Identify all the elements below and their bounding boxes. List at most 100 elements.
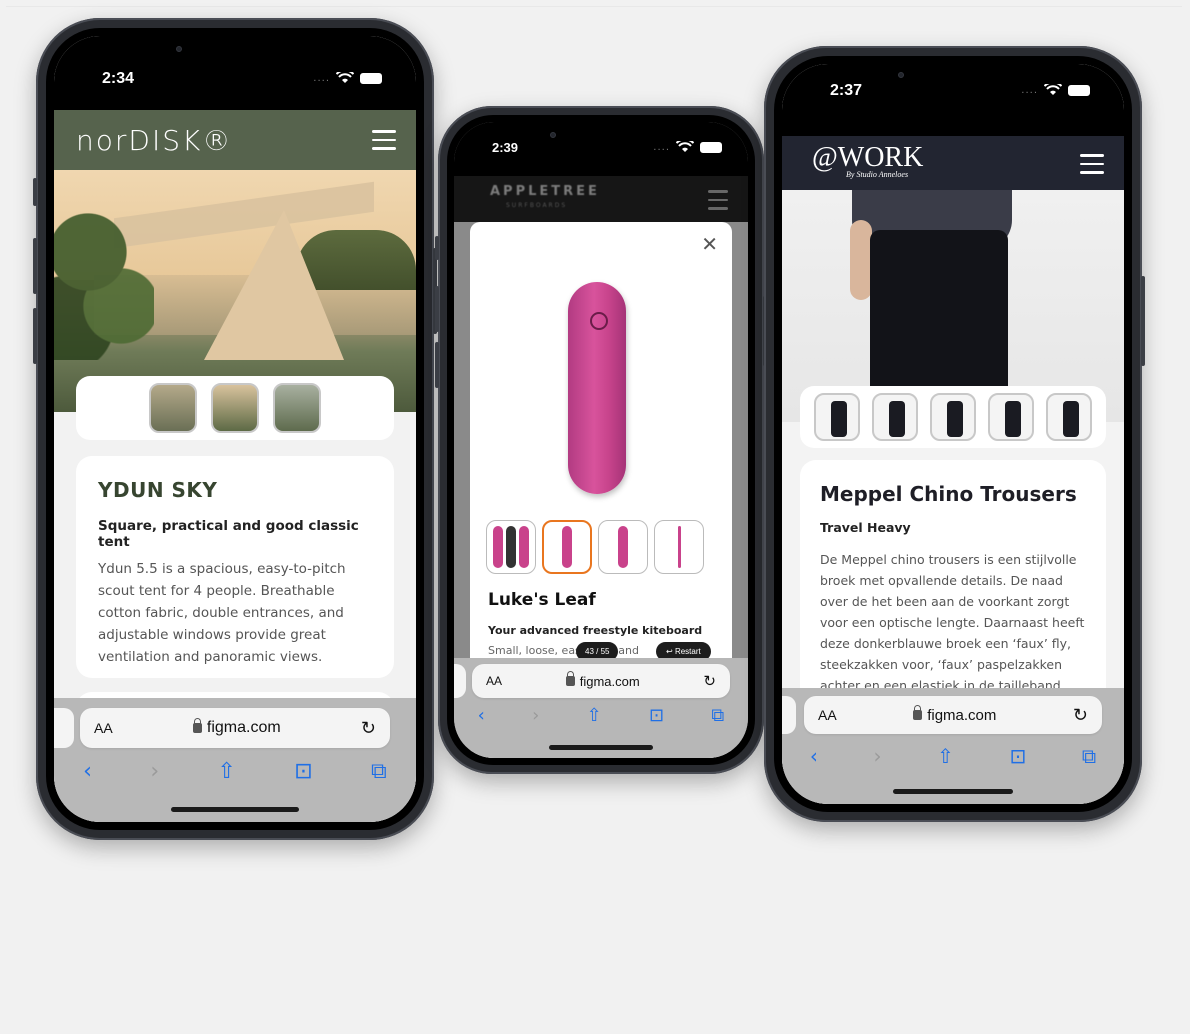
thumbnail-strip <box>486 520 716 574</box>
phone-nordisk: 2:34 .... norDISK® YDUN SKY Square, prac… <box>33 18 437 840</box>
product-subtitle: Square, practical and good classic tent <box>98 518 359 550</box>
thumbnail-4[interactable] <box>654 520 704 574</box>
bookmarks-icon[interactable]: ⊡ <box>649 705 664 726</box>
thumbnail-5[interactable] <box>1046 393 1092 441</box>
thumbnail-1[interactable] <box>149 383 197 433</box>
menu-icon[interactable] <box>372 130 396 156</box>
menu-icon[interactable] <box>708 190 728 216</box>
signal-icon: .... <box>313 72 330 84</box>
tabs-icon[interactable]: ⧉ <box>371 759 387 784</box>
forward-icon[interactable]: › <box>873 744 881 768</box>
phone-appletree: 2:39 .... APPLETREE SURFBOARDS ✕ Luke's … <box>435 106 767 774</box>
lock-icon <box>192 718 202 733</box>
phone-atwork: 2:37 .... @WORK By Studio Anneloes Meppe… <box>764 46 1145 822</box>
site-header: norDISK® <box>54 110 416 170</box>
mute-switch <box>33 178 37 206</box>
tabs-icon[interactable]: ⧉ <box>1082 744 1096 768</box>
address-bar[interactable]: AA figma.com ↻ <box>472 664 730 698</box>
text-size-button[interactable]: AA <box>94 720 113 736</box>
bookmarks-icon[interactable]: ⊡ <box>294 759 312 784</box>
wifi-icon <box>1044 84 1062 95</box>
product-subtitle: Travel Heavy <box>820 520 911 535</box>
text-size-button[interactable]: AA <box>486 674 502 688</box>
url-text: figma.com <box>927 706 997 724</box>
wifi-icon <box>336 72 354 83</box>
share-icon[interactable]: ⇧ <box>937 744 954 768</box>
reload-icon[interactable]: ↻ <box>361 718 376 739</box>
url-field[interactable]: figma.com <box>192 718 281 737</box>
power-button <box>1141 276 1145 366</box>
safari-toolbar: ‹ › ⇧ ⊡ ⧉ <box>782 742 1124 770</box>
thumbnail-3[interactable] <box>273 383 321 433</box>
battery-icon <box>360 72 382 84</box>
screen: 2:34 .... norDISK® YDUN SKY Square, prac… <box>54 36 416 822</box>
battery-icon <box>1068 84 1090 96</box>
previous-tab-ghost <box>782 696 796 734</box>
kiteboard-image <box>568 282 626 494</box>
safari-bottom-bar: AA figma.com ↻ ‹ › ⇧ ⊡ ⧉ <box>54 698 416 822</box>
thumbnail-4[interactable] <box>988 393 1034 441</box>
status-bar: 2:34 .... <box>54 36 416 110</box>
url-field[interactable]: figma.com <box>913 705 997 724</box>
restart-label: Restart <box>674 647 701 656</box>
reload-icon[interactable]: ↻ <box>1073 705 1088 726</box>
appletree-logo[interactable]: APPLETREE <box>490 184 600 199</box>
product-title: Meppel Chino Trousers <box>820 482 1077 506</box>
back-icon[interactable]: ‹ <box>478 705 485 726</box>
share-icon[interactable]: ⇧ <box>217 759 235 784</box>
status-icons: .... <box>313 72 382 84</box>
home-indicator <box>549 745 653 750</box>
atwork-logo-sub: By Studio Anneloes <box>846 170 909 179</box>
signal-icon: .... <box>1021 84 1038 96</box>
product-card: YDUN SKY Square, practical and good clas… <box>76 456 394 678</box>
thumbnail-3[interactable] <box>930 393 976 441</box>
lock-icon <box>565 671 575 686</box>
appletree-logo-sub: SURFBOARDS <box>506 202 568 209</box>
status-icons: .... <box>1021 84 1090 96</box>
tabs-icon[interactable]: ⧉ <box>711 705 724 726</box>
url-field[interactable]: figma.com <box>565 671 640 689</box>
safari-toolbar: ‹ › ⇧ ⊡ ⧉ <box>454 702 748 728</box>
volume-up-button <box>435 286 439 332</box>
reload-icon[interactable]: ↻ <box>703 672 716 690</box>
previous-tab-ghost <box>454 664 466 698</box>
thumbnail-1[interactable] <box>814 393 860 441</box>
status-bar: 2:39 .... <box>454 122 748 176</box>
status-bar: 2:37 .... <box>782 64 1124 136</box>
close-icon[interactable]: ✕ <box>701 232 718 256</box>
status-time: 2:37 <box>830 82 863 99</box>
back-icon[interactable]: ‹ <box>83 759 92 784</box>
camera-dot <box>898 72 904 78</box>
forward-icon[interactable]: › <box>532 705 539 726</box>
thumbnail-3[interactable] <box>598 520 648 574</box>
wifi-icon <box>676 141 694 152</box>
back-icon[interactable]: ‹ <box>810 744 818 768</box>
status-icons: .... <box>653 141 722 153</box>
thumbnail-strip <box>76 376 394 440</box>
thumbnail-2[interactable] <box>211 383 259 433</box>
signal-icon: .... <box>653 141 670 153</box>
bookmarks-icon[interactable]: ⊡ <box>1009 744 1026 768</box>
menu-icon[interactable] <box>1080 154 1104 180</box>
address-bar[interactable]: AA figma.com ↻ <box>804 696 1102 734</box>
lock-icon <box>913 705 923 720</box>
share-icon[interactable]: ⇧ <box>587 705 602 726</box>
previous-tab-ghost <box>54 708 74 748</box>
safari-bottom-bar: AA figma.com ↻ ‹ › ⇧ ⊡ ⧉ <box>782 688 1124 804</box>
url-text: figma.com <box>579 673 640 689</box>
camera-dot <box>550 132 556 138</box>
address-bar[interactable]: AA figma.com ↻ <box>80 708 390 748</box>
site-header: APPLETREE SURFBOARDS <box>454 176 748 222</box>
thumbnail-2[interactable] <box>872 393 918 441</box>
thumbnail-1[interactable] <box>486 520 536 574</box>
product-description: Ydun 5.5 is a spacious, easy-to-pitch sc… <box>98 561 346 665</box>
battery-icon <box>700 141 722 153</box>
volume-down-button <box>33 308 37 364</box>
forward-icon[interactable]: › <box>150 759 159 784</box>
screen: 2:37 .... @WORK By Studio Anneloes Meppe… <box>782 64 1124 804</box>
text-size-button[interactable]: AA <box>818 707 837 723</box>
thumbnail-2[interactable] <box>542 520 592 574</box>
nordisk-logo[interactable]: norDISK® <box>76 124 232 157</box>
home-indicator <box>893 789 1013 794</box>
home-indicator <box>171 807 299 812</box>
